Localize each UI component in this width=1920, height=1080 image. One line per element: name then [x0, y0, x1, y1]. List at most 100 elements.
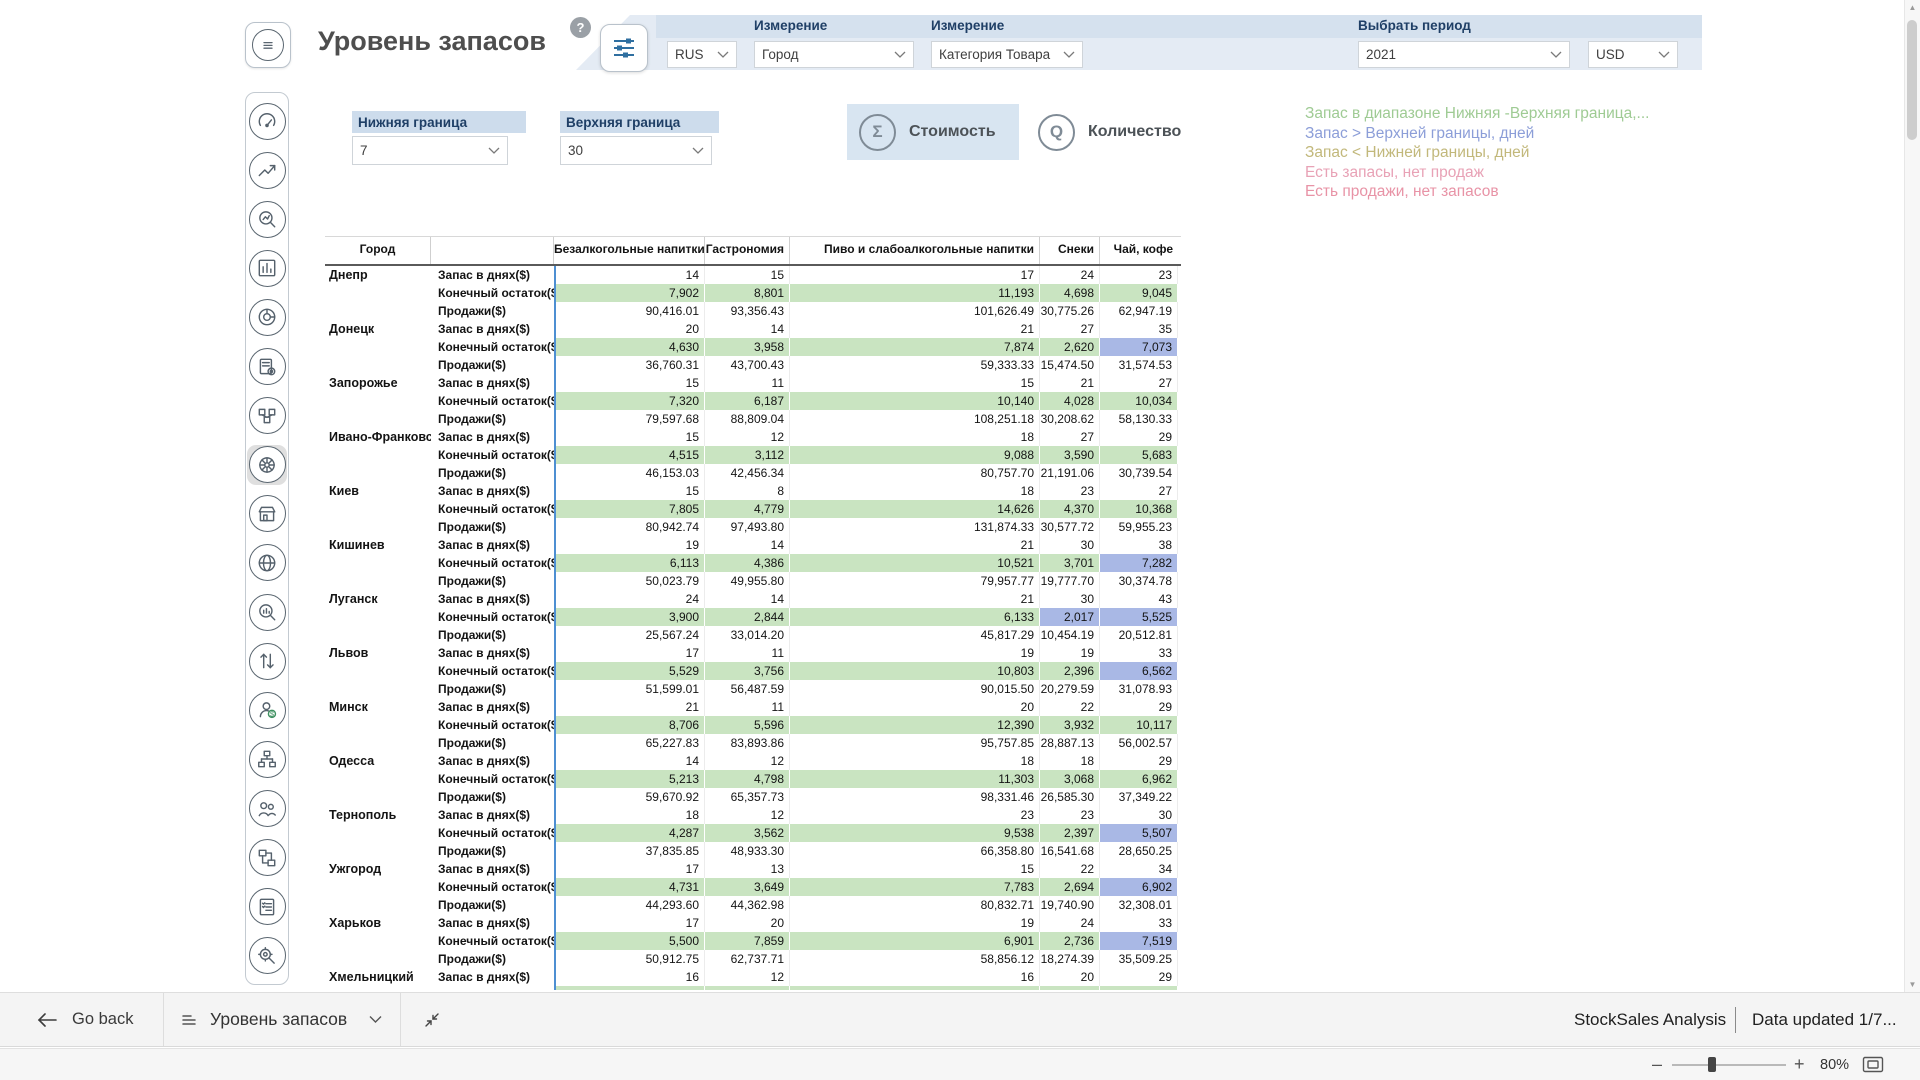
matrix-cell[interactable]: 19 — [554, 536, 705, 554]
matrix-cell[interactable]: 62,737.71 — [705, 950, 790, 968]
matrix-cell[interactable]: 18 — [790, 752, 1040, 770]
matrix-cell[interactable]: 4,630 — [554, 338, 705, 356]
matrix-cell[interactable]: 18 — [554, 806, 705, 824]
matrix-cell[interactable]: 65,227.83 — [554, 734, 705, 752]
matrix-cell[interactable]: 20,512.81 — [1100, 626, 1178, 644]
matrix-cell[interactable]: 90,015.50 — [790, 680, 1040, 698]
matrix-cell[interactable]: 32,308.01 — [1100, 896, 1178, 914]
sidebar-button-report-settings[interactable] — [247, 347, 287, 387]
row-header-metric[interactable]: Продажи($) — [431, 464, 554, 482]
matrix-cell[interactable]: 80,757.70 — [790, 464, 1040, 482]
column-header[interactable]: Снеки — [1040, 237, 1100, 264]
matrix-cell[interactable]: 20,279.59 — [1040, 680, 1100, 698]
matrix-cell[interactable]: 12 — [705, 806, 790, 824]
matrix-cell[interactable]: 36,760.31 — [554, 356, 705, 374]
matrix-cell[interactable]: 80,832.71 — [790, 896, 1040, 914]
row-header-metric[interactable]: Запас в днях($) — [431, 482, 554, 500]
matrix-cell[interactable]: 4,462 — [705, 986, 790, 990]
row-header-city[interactable] — [325, 518, 431, 536]
matrix-cell[interactable]: 24 — [1040, 914, 1100, 932]
matrix-cell[interactable]: 23 — [1040, 482, 1100, 500]
row-header-city[interactable] — [325, 410, 431, 428]
dimension-1-dropdown[interactable]: Город — [754, 41, 914, 68]
matrix-cell[interactable]: 5,525 — [1100, 608, 1178, 626]
row-header-metric[interactable]: Запас в днях($) — [431, 644, 554, 662]
matrix-cell[interactable]: 17 — [790, 266, 1040, 284]
matrix-cell[interactable]: 98,331.46 — [790, 788, 1040, 806]
matrix-cell[interactable]: 50,912.75 — [554, 950, 705, 968]
sidebar-button-compare-arrows[interactable] — [247, 641, 287, 681]
matrix-cell[interactable]: 6,901 — [790, 932, 1040, 950]
row-header-metric[interactable]: Конечный остаток($) — [431, 824, 554, 842]
matrix-cell[interactable]: 9,045 — [1100, 284, 1178, 302]
row-header-city[interactable] — [325, 572, 431, 590]
matrix-cell[interactable]: 88,809.04 — [705, 410, 790, 428]
matrix-cell[interactable]: 19,777.70 — [1040, 572, 1100, 590]
sidebar-button-chart-magnifier[interactable] — [247, 199, 287, 239]
matrix-cell[interactable]: 3,932 — [1040, 716, 1100, 734]
row-header-city[interactable] — [325, 878, 431, 896]
matrix-cell[interactable]: 48,933.30 — [705, 842, 790, 860]
matrix-cell[interactable]: 15 — [705, 266, 790, 284]
row-header-metric[interactable]: Запас в днях($) — [431, 914, 554, 932]
currency-dropdown[interactable]: USD — [1588, 41, 1678, 68]
matrix-cell[interactable]: 14 — [705, 320, 790, 338]
column-header[interactable]: Чай, кофе — [1100, 237, 1178, 264]
sidebar-button-customer-value[interactable]: $ — [247, 690, 287, 730]
row-header-metric[interactable]: Продажи($) — [431, 626, 554, 644]
matrix-cell[interactable]: 6,962 — [1100, 770, 1178, 788]
matrix-cell[interactable]: 6,133 — [790, 608, 1040, 626]
matrix-cell[interactable]: 2,397 — [1040, 824, 1100, 842]
matrix-cell[interactable]: 7,073 — [1100, 338, 1178, 356]
matrix-cell[interactable]: 3,900 — [554, 608, 705, 626]
row-header-city[interactable]: Минск — [325, 698, 431, 716]
row-header-city[interactable] — [325, 284, 431, 302]
upper-bound-dropdown[interactable]: 30 — [560, 136, 712, 165]
row-header-city[interactable] — [325, 446, 431, 464]
collapse-button[interactable] — [424, 993, 440, 1046]
sidebar-button-donut-chart[interactable] — [247, 297, 287, 337]
row-header-metric[interactable]: Продажи($) — [431, 896, 554, 914]
matrix-cell[interactable]: 21 — [790, 590, 1040, 608]
row-header-metric[interactable]: Запас в днях($) — [431, 320, 554, 338]
matrix-cell[interactable]: 5,507 — [1100, 824, 1178, 842]
matrix-cell[interactable]: 21,191.06 — [1040, 464, 1100, 482]
matrix-cell[interactable]: 3,701 — [1040, 554, 1100, 572]
matrix-cell[interactable]: 80,942.74 — [554, 518, 705, 536]
matrix-cell[interactable]: 93,356.43 — [705, 302, 790, 320]
measure-button-quantity[interactable]: Q Количество — [1026, 104, 1196, 160]
matrix-cell[interactable]: 17 — [554, 860, 705, 878]
matrix-cell[interactable]: 3,562 — [705, 824, 790, 842]
matrix-cell[interactable]: 4,799 — [554, 986, 705, 990]
matrix-cell[interactable]: 101,626.49 — [790, 302, 1040, 320]
matrix-cell[interactable]: 19 — [790, 914, 1040, 932]
row-header-city[interactable] — [325, 500, 431, 518]
row-header-city[interactable] — [325, 356, 431, 374]
row-header-metric[interactable]: Конечный остаток($) — [431, 932, 554, 950]
matrix-cell[interactable]: 79,597.68 — [554, 410, 705, 428]
sidebar-button-org-structure[interactable] — [247, 739, 287, 779]
matrix-cell[interactable]: 4,731 — [554, 878, 705, 896]
row-header-city[interactable] — [325, 716, 431, 734]
matrix-cell[interactable]: 9,088 — [790, 446, 1040, 464]
row-header-city[interactable]: Львов — [325, 644, 431, 662]
matrix-cell[interactable]: 4,779 — [705, 500, 790, 518]
row-header-metric[interactable]: Запас в днях($) — [431, 536, 554, 554]
row-header-metric[interactable]: Запас в днях($) — [431, 860, 554, 878]
matrix-cell[interactable]: 23 — [1100, 266, 1178, 284]
matrix-cell[interactable]: 12 — [705, 968, 790, 986]
sidebar-button-kanban[interactable] — [247, 396, 287, 436]
column-header[interactable]: Гастрономия — [705, 237, 790, 264]
matrix-cell[interactable]: 38 — [1100, 536, 1178, 554]
matrix-cell[interactable]: 25,567.24 — [554, 626, 705, 644]
row-header-city[interactable] — [325, 788, 431, 806]
row-header-city[interactable] — [325, 302, 431, 320]
scroll-up-icon[interactable]: ▲ — [1905, 3, 1920, 12]
matrix-cell[interactable]: 7,247 — [790, 986, 1040, 990]
row-header-city[interactable]: Днепр — [325, 266, 431, 284]
row-header-city[interactable] — [325, 842, 431, 860]
matrix-cell[interactable]: 27 — [1100, 374, 1178, 392]
row-header-city[interactable] — [325, 338, 431, 356]
column-header[interactable]: Безалкогольные напитки — [554, 237, 705, 264]
matrix-cell[interactable]: 10,803 — [790, 662, 1040, 680]
